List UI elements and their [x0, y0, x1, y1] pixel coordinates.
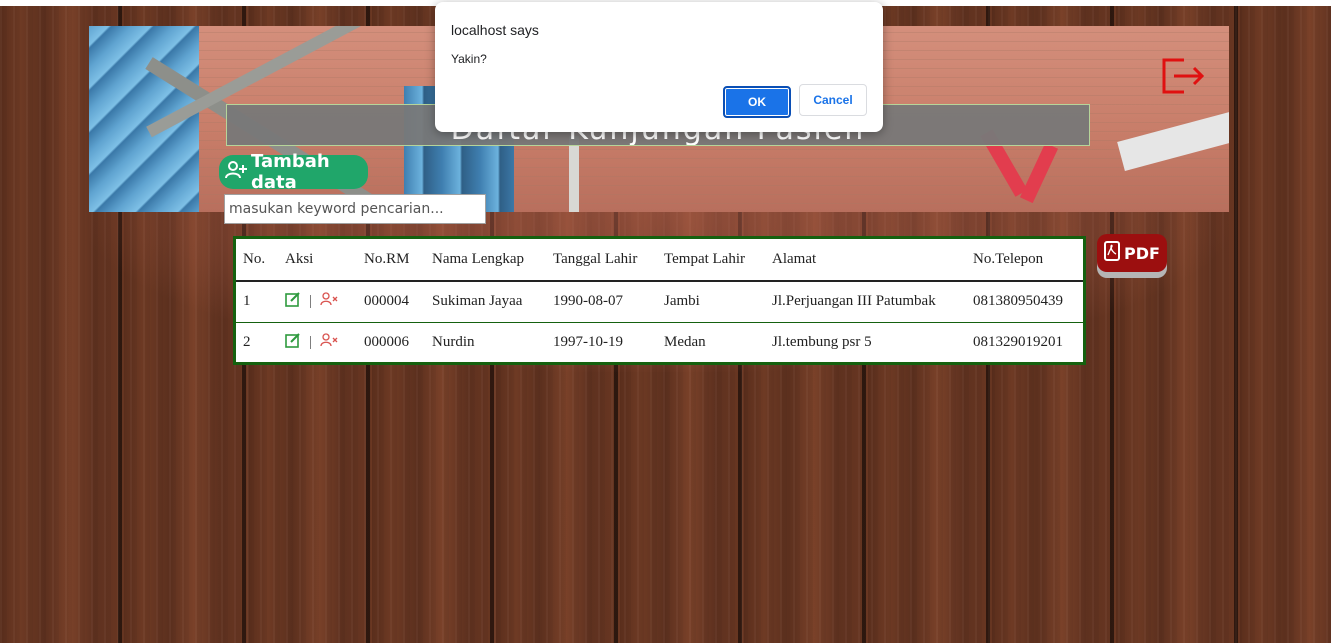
cell-tanggal-lahir: 1997-10-19 [553, 334, 623, 351]
cell-aksi: | [278, 281, 357, 322]
cell-rm: 000004 [364, 293, 409, 310]
column-header-tanggal-lahir: Tanggal Lahir [553, 251, 638, 267]
cell-no: 2 [243, 334, 251, 351]
action-separator: | [309, 293, 313, 310]
column-header-alamat: Alamat [772, 251, 817, 267]
confirm-dialog: localhost says Yakin? OK Cancel [435, 2, 883, 132]
pdf-label: PDF [1124, 243, 1160, 263]
column-header-no: No. [243, 251, 266, 267]
logout-button[interactable] [1157, 56, 1207, 100]
column-header-rm: No.RM [364, 251, 410, 267]
cell-nama: Sukiman Jayaa [432, 293, 523, 310]
dialog-title: localhost says [451, 22, 539, 38]
table-header-row: No. Aksi No.RM Nama Lengkap Tanggal Lahi… [236, 239, 1083, 281]
delete-user-icon[interactable] [320, 292, 338, 311]
dialog-message: Yakin? [451, 52, 487, 66]
cell-tempat-lahir: Medan [664, 334, 706, 351]
cell-tempat-lahir: Jambi [664, 293, 700, 310]
export-pdf-button[interactable]: PDF [1097, 234, 1167, 272]
cell-alamat: Jl.Perjuangan III Patumbak [772, 293, 936, 310]
edit-icon[interactable] [285, 332, 301, 353]
table-row: 2 | 000006 Nurdin 1997-10-19 Medan Jl.te… [236, 322, 1083, 363]
column-header-aksi: Aksi [285, 251, 314, 267]
banner-roof [1117, 110, 1229, 172]
cell-alamat: Jl.tembung psr 5 [772, 334, 872, 351]
add-data-button[interactable]: Tambah data [219, 151, 368, 193]
logout-icon [1158, 56, 1206, 101]
edit-icon[interactable] [285, 291, 301, 312]
delete-user-icon[interactable] [320, 333, 338, 352]
column-header-nama: Nama Lengkap [432, 251, 525, 267]
column-header-telepon: No.Telepon [973, 251, 1044, 267]
cell-telepon: 081380950439 [973, 293, 1063, 310]
cell-rm: 000006 [364, 334, 409, 351]
cell-aksi: | [278, 322, 357, 363]
add-user-icon [225, 160, 247, 184]
action-separator: | [309, 334, 313, 351]
banner-pole [569, 136, 579, 212]
cell-nama: Nurdin [432, 334, 475, 351]
banner-red-sign-2 [1019, 142, 1059, 204]
cancel-button[interactable]: Cancel [799, 84, 867, 116]
pdf-file-icon [1104, 241, 1121, 265]
table-row: 1 | 000004 Sukiman Jayaa 1990-08-07 Jamb… [236, 281, 1083, 322]
cell-no: 1 [243, 293, 251, 310]
patient-table: No. Aksi No.RM Nama Lengkap Tanggal Lahi… [233, 236, 1086, 365]
search-input[interactable] [224, 194, 486, 224]
cell-tanggal-lahir: 1990-08-07 [553, 293, 623, 310]
cell-telepon: 081329019201 [973, 334, 1063, 351]
add-data-label: Tambah data [251, 151, 330, 193]
ok-button[interactable]: OK [723, 86, 791, 118]
column-header-tempat-lahir: Tempat Lahir [664, 251, 745, 267]
